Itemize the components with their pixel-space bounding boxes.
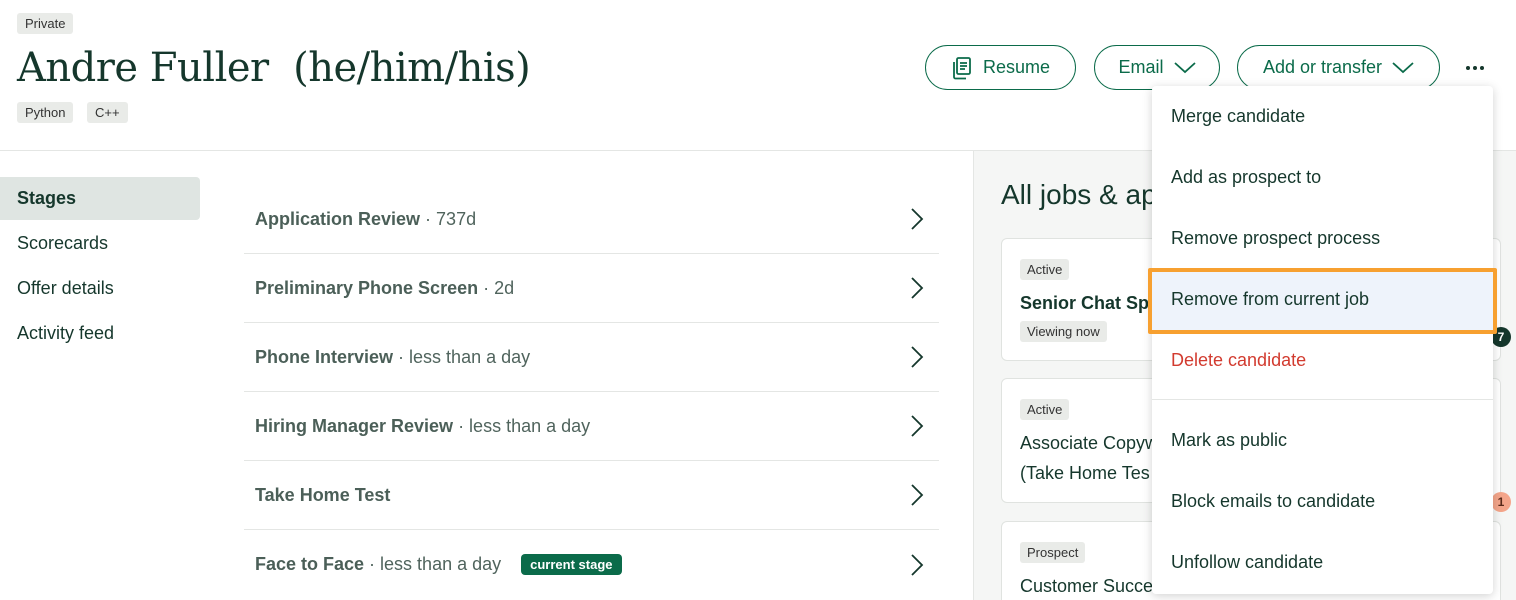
- chevron-right-icon: [911, 553, 924, 576]
- more-options-button[interactable]: [1462, 55, 1488, 81]
- skill-tag-python: Python: [17, 102, 74, 123]
- chevron-right-icon: [911, 415, 924, 437]
- stage-name: Face to Face: [255, 554, 365, 574]
- sidebar-item-scorecards[interactable]: Scorecards: [0, 222, 200, 265]
- menu-divider: [1152, 399, 1493, 400]
- status-badge: Active: [1020, 399, 1070, 420]
- chevron-down-icon: [1392, 61, 1414, 73]
- stage-name: Take Home Test: [255, 484, 391, 505]
- stage-row[interactable]: Take Home Test: [244, 461, 939, 530]
- menu-item-merge-candidate[interactable]: Merge candidate: [1152, 86, 1493, 147]
- stage-name: Phone Interview: [255, 346, 394, 367]
- add-or-transfer-button[interactable]: Add or transfer: [1237, 45, 1440, 90]
- chevron-right-icon: [911, 484, 924, 506]
- job-subtitle: (Take Home Tes: [1020, 463, 1150, 483]
- candidate-name: Andre Fuller (he/him/his): [17, 45, 531, 91]
- document-icon: [953, 56, 971, 79]
- status-badge: Prospect: [1020, 542, 1086, 563]
- more-horizontal-icon: [1466, 66, 1470, 70]
- job-title: Associate Copyw: [1020, 433, 1159, 453]
- stage-row[interactable]: Phone Interview · less than a day: [244, 323, 939, 392]
- menu-item-add-as-prospect[interactable]: Add as prospect to: [1152, 147, 1493, 208]
- menu-item-mark-as-public[interactable]: Mark as public: [1152, 410, 1493, 471]
- notification-count-badge: 1: [1491, 492, 1511, 512]
- stage-row[interactable]: Hiring Manager Review · less than a day: [244, 392, 939, 461]
- job-title: Senior Chat Spe: [1020, 293, 1160, 313]
- menu-item-block-emails[interactable]: Block emails to candidate: [1152, 471, 1493, 532]
- stage-duration: · 737d: [425, 208, 477, 229]
- stage-duration: · 2d: [483, 277, 515, 298]
- resume-button[interactable]: Resume: [925, 45, 1076, 90]
- chevron-right-icon: [911, 277, 924, 299]
- stage-row[interactable]: Face to Face · less than a day current s…: [244, 530, 939, 599]
- menu-item-delete-candidate[interactable]: Delete candidate: [1152, 330, 1493, 391]
- stage-duration: · less than a day: [458, 415, 591, 436]
- sidebar-nav: Stages Scorecards Offer details Activity…: [0, 177, 200, 357]
- stage-name: Preliminary Phone Screen: [255, 277, 479, 298]
- add-or-transfer-label: Add or transfer: [1262, 57, 1383, 77]
- email-label: Email: [1118, 57, 1164, 77]
- stage-row[interactable]: Preliminary Phone Screen · 2d: [244, 254, 939, 323]
- chevron-down-icon: [1173, 61, 1196, 73]
- chevron-right-icon: [911, 208, 924, 230]
- menu-item-remove-prospect-process[interactable]: Remove prospect process: [1152, 208, 1493, 269]
- viewing-now-badge: Viewing now: [1020, 321, 1107, 342]
- status-badge: Active: [1020, 259, 1070, 280]
- private-tag: Private: [17, 13, 74, 34]
- chevron-right-icon: [911, 346, 924, 368]
- stage-duration: · less than a day: [369, 554, 502, 574]
- current-stage-badge: current stage: [521, 554, 622, 575]
- more-options-menu: Merge candidate Add as prospect to Remov…: [1152, 86, 1493, 594]
- sidebar-item-stages[interactable]: Stages: [0, 177, 200, 220]
- sidebar-item-offer-details[interactable]: Offer details: [0, 267, 200, 310]
- stage-list: Application Review · 737d Preliminary Ph…: [244, 185, 939, 599]
- resume-label: Resume: [982, 57, 1051, 77]
- skill-tag-cpp: C++: [87, 102, 128, 123]
- email-button[interactable]: Email: [1094, 45, 1220, 90]
- stage-row[interactable]: Application Review · 737d: [244, 185, 939, 254]
- panel-title: All jobs & ap: [1001, 179, 1157, 210]
- stage-name: Hiring Manager Review: [255, 415, 454, 436]
- sidebar-item-activity-feed[interactable]: Activity feed: [0, 312, 200, 355]
- stage-name: Application Review: [255, 208, 421, 229]
- menu-item-remove-from-current-job[interactable]: Remove from current job: [1152, 269, 1493, 330]
- menu-item-unfollow-candidate[interactable]: Unfollow candidate: [1152, 532, 1493, 593]
- job-title: Customer Succe: [1020, 576, 1154, 596]
- notification-count-badge: 7: [1491, 327, 1511, 347]
- stage-duration: · less than a day: [398, 346, 531, 367]
